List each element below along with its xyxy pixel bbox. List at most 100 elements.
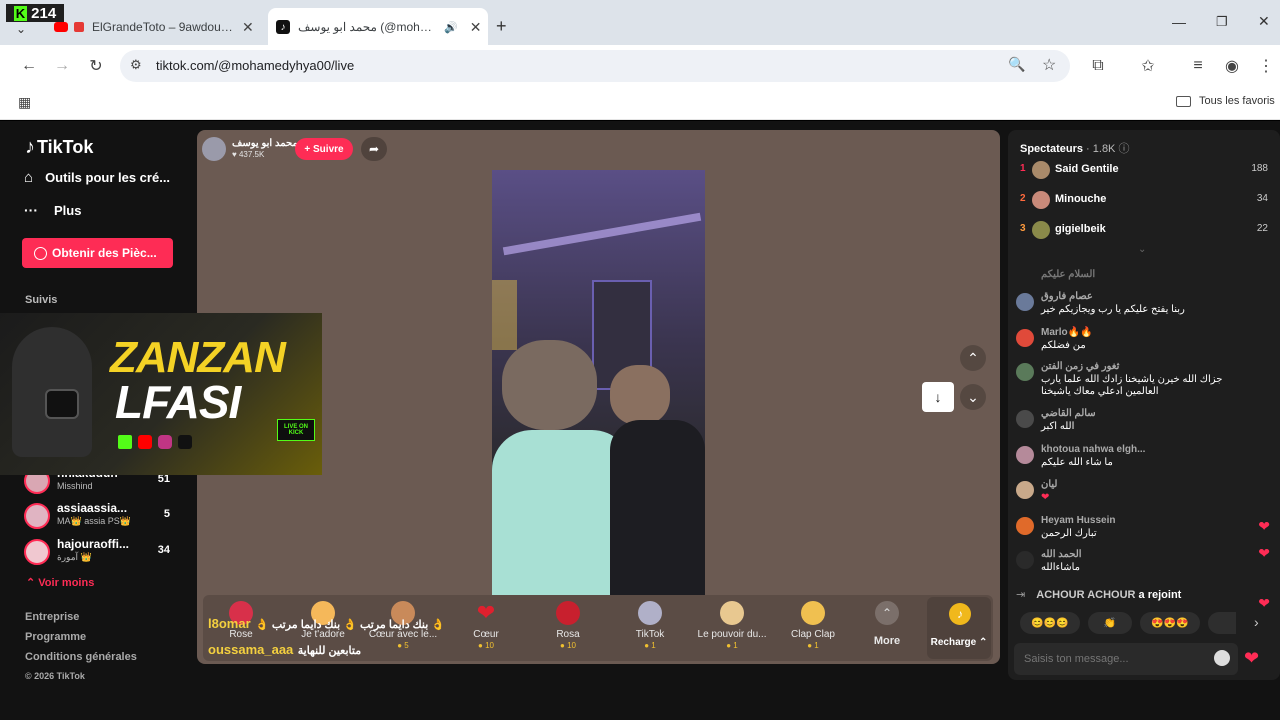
nav-label: Outils pour les cré... (45, 170, 171, 185)
close-tab-icon[interactable]: ✕ (242, 19, 254, 36)
forward-icon[interactable]: → (50, 54, 74, 78)
chat-input[interactable] (1024, 650, 1204, 668)
back-icon[interactable]: ← (17, 54, 41, 78)
extensions-icon[interactable]: ⧉ (1086, 54, 1110, 78)
camera-icon (45, 389, 79, 419)
viewers-label: Spectateurs (1020, 143, 1083, 155)
site-info-icon[interactable]: ⚙ (130, 57, 142, 73)
like-heart-icon[interactable]: ❤ (1244, 648, 1259, 669)
viewer-count: 22 (1256, 223, 1268, 234)
top-viewer[interactable]: 1 Said Gentile 188 (1020, 159, 1268, 181)
following-sub: آمورة 👑 (57, 552, 92, 562)
gift-price: ● 10 (560, 641, 576, 650)
minimize-icon[interactable]: — (1172, 14, 1186, 30)
diamond-gift-icon (720, 601, 744, 625)
recharge-button[interactable]: ♪ Recharge ⌃ (927, 597, 991, 659)
following-item[interactable]: assiaassia... MA👑 assia PS👑 5 (24, 501, 174, 531)
menu-icon[interactable]: ⋮ (1254, 54, 1278, 78)
gift-item[interactable]: TikTok ● 1 (610, 595, 690, 661)
share-icon[interactable]: ➦ (361, 137, 387, 161)
media-control-icon[interactable]: ≡ (1186, 54, 1210, 78)
favorites-icon[interactable]: ✩ (1136, 54, 1160, 78)
apps-grid-icon[interactable]: ▦ (18, 94, 31, 111)
nav-label: Plus (54, 202, 82, 218)
close-window-icon[interactable]: ✕ (1258, 13, 1270, 30)
chevron-right-icon[interactable]: › (1254, 614, 1259, 630)
gift-item[interactable]: Le pouvoir du... ● 1 (692, 595, 772, 661)
nav-creator-tools[interactable]: ⌂ Outils pour les cré... (24, 169, 170, 186)
more-gifts-button[interactable]: ⌃ More (847, 595, 927, 661)
chat-user: ثغور في زمن الفتن (1041, 361, 1120, 372)
scroll-down-icon[interactable]: ↓ (922, 382, 954, 412)
clap-gift-icon (801, 601, 825, 625)
quick-reaction[interactable]: 👏 (1088, 612, 1132, 634)
footer-business[interactable]: Entreprise (25, 611, 79, 623)
tiktok-icon (178, 435, 192, 449)
zoom-icon[interactable]: 🔍 (1008, 56, 1025, 73)
recharge-text: Recharge (930, 637, 977, 648)
person-head (502, 340, 597, 430)
expand-viewers-icon[interactable]: ⌄ (1138, 244, 1146, 255)
overlay-comment-text: 👌 بنك دايما مرتب 👌 بنك دايما مرتب 👌 (255, 619, 446, 631)
quick-reaction[interactable] (1208, 612, 1236, 634)
instagram-icon (158, 435, 172, 449)
tiktok-logo[interactable]: ♪ TikTok (25, 136, 93, 159)
address-bar[interactable]: ⚙ tiktok.com/@mohamedyhya00/live 🔍 ☆ (120, 50, 1070, 82)
live-video[interactable] (492, 170, 705, 595)
following-sub: Misshind (57, 481, 93, 491)
tab-youtube[interactable]: ElGrandeToto – 9awdouha ( ✕ (46, 8, 268, 46)
see-less-link[interactable]: ⌃ Voir moins (26, 576, 94, 589)
viewer-count: 188 (1251, 163, 1268, 174)
floating-heart-icon: ❤ (1258, 518, 1270, 534)
get-coins-button[interactable]: Obtenir des Pièc... (22, 238, 173, 268)
avatar (1016, 363, 1034, 381)
chat-user: الحمد الله (1041, 549, 1082, 560)
footer-program[interactable]: Programme (25, 631, 86, 643)
join-notice: ⇥ ACHOUR ACHOUR a rejoint (1016, 588, 1181, 601)
all-bookmarks[interactable]: Tous les favoris (1176, 95, 1275, 107)
gift-item[interactable]: Clap Clap ● 1 (773, 595, 853, 661)
new-tab-icon[interactable]: + (496, 16, 507, 37)
tab-search-chevron-icon[interactable]: ⌄ (16, 22, 26, 36)
quick-reaction[interactable]: 😊😊😊 (1020, 612, 1080, 634)
avatar (1016, 446, 1034, 464)
gift-name: TikTok (635, 629, 665, 640)
gift-price-value: 10 (567, 641, 576, 650)
gift-item[interactable]: Rosa ● 10 (528, 595, 608, 661)
chat-text: ماشاءالله (1041, 562, 1081, 573)
nav-more[interactable]: ··· Plus (24, 202, 81, 218)
previous-live-icon[interactable]: ⌃ (960, 345, 986, 371)
close-tab-icon[interactable]: ✕ (470, 19, 482, 36)
copyright: © 2026 TikTok (25, 671, 85, 681)
youtube-icon (138, 435, 152, 449)
footer-terms[interactable]: Conditions générales (25, 651, 137, 663)
chat-user: ليان (1041, 479, 1058, 490)
quick-reaction[interactable]: 😍😍😍 (1140, 612, 1200, 634)
follow-button[interactable]: + Suivre (295, 138, 353, 160)
profile-icon[interactable]: ◉ (1220, 54, 1244, 78)
chat-user: السلام عليكم (1041, 269, 1096, 280)
info-icon[interactable]: ⓘ (1118, 143, 1129, 155)
emoji-icon[interactable] (1214, 650, 1230, 666)
reload-icon[interactable]: ↻ (84, 54, 108, 78)
following-name: assiaassia... (57, 501, 128, 515)
see-less-label: Voir moins (38, 577, 95, 589)
chat-text: الله اكبر (1041, 421, 1075, 432)
restore-icon[interactable]: ❐ (1216, 14, 1228, 30)
recording-icon (74, 22, 84, 32)
bookmark-star-icon[interactable]: ☆ (1042, 55, 1056, 75)
next-live-icon[interactable]: ⌄ (960, 384, 986, 410)
top-viewer[interactable]: 3 gigielbeik 22 (1020, 219, 1268, 241)
avatar (1032, 161, 1050, 179)
speaker-icon[interactable]: 🔊 (444, 21, 458, 34)
tab-tiktok-live[interactable]: ♪ محمد ابو يوسف (@mohamedyhya00 🔊 ✕ (268, 8, 488, 46)
tab-title: ElGrandeToto – 9awdouha ( (92, 20, 234, 34)
following-item[interactable]: hajouraoffi... آمورة 👑 34 (24, 537, 174, 567)
chat-input-box[interactable] (1014, 643, 1238, 675)
address-text: tiktok.com/@mohamedyhya00/live (156, 58, 355, 73)
viewers-header[interactable]: Spectateurs · 1.8K ⓘ (1020, 140, 1129, 156)
tiktok-icon: ♪ (276, 20, 290, 34)
overlay-comment: oussama_aaa متابعين للنهاية (208, 641, 508, 657)
top-viewer[interactable]: 2 Minouche 34 (1020, 189, 1268, 211)
gift-price-value: 1 (733, 641, 738, 650)
